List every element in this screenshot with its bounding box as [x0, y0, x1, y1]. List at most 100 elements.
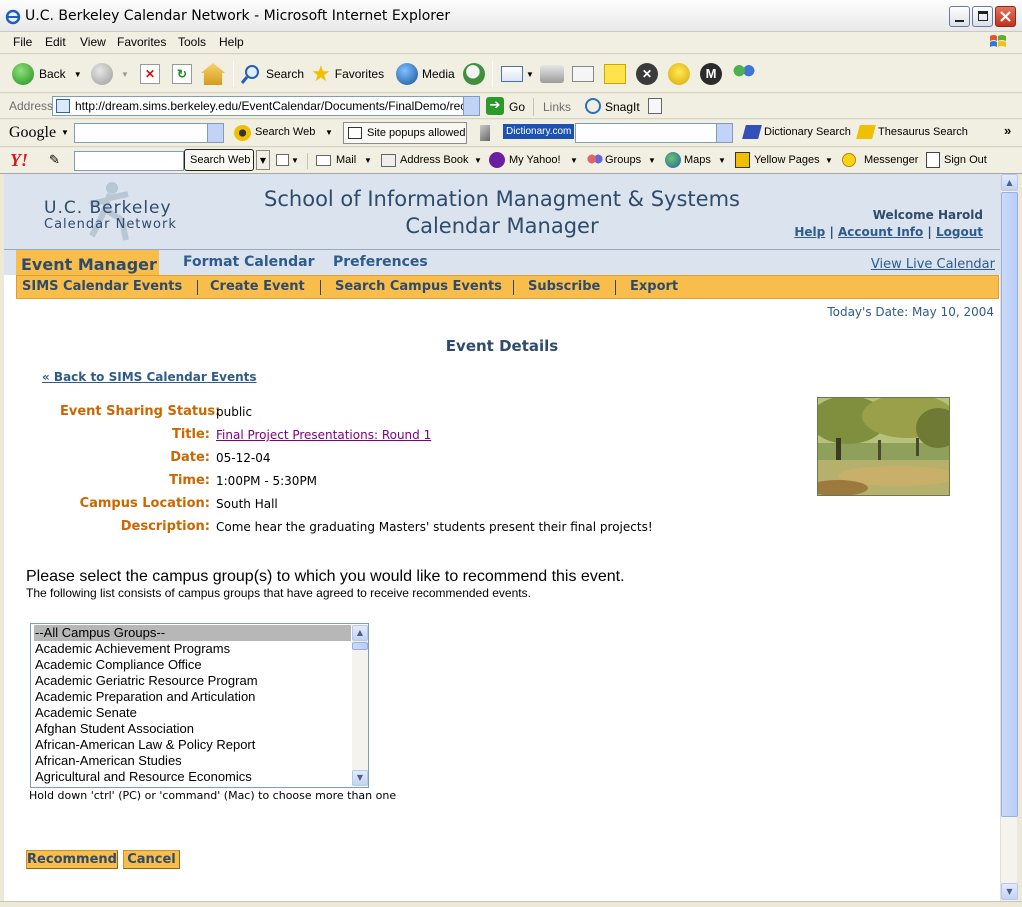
page-scrollbar[interactable]: ▲ ▼ [1000, 174, 1018, 901]
campus-group-option[interactable]: --All Campus Groups-- [34, 625, 351, 641]
menu-view[interactable]: View [80, 35, 106, 49]
home-button[interactable] [201, 62, 225, 86]
yahoo-search-web-button[interactable]: Search Web [184, 149, 254, 171]
maximize-button[interactable] [972, 6, 993, 27]
logo-line2[interactable]: Calendar Network [44, 217, 177, 232]
account-info-link[interactable]: Account Info [838, 225, 923, 239]
google-search-dropdown-icon[interactable] [207, 124, 223, 142]
minimize-button[interactable] [949, 6, 970, 27]
menu-file[interactable]: File [13, 35, 32, 49]
event-title-link[interactable]: Final Project Presentations: Round 1 [216, 428, 431, 442]
subnav-sims-calendar-events[interactable]: SIMS Calendar Events [22, 279, 182, 294]
search-button[interactable]: Search [240, 62, 304, 86]
subnav-create-event[interactable]: Create Event [210, 279, 305, 294]
yahoo-page-dropdown-icon[interactable]: ▼ [291, 156, 299, 165]
page-scroll-down-icon[interactable]: ▼ [1001, 883, 1018, 900]
subnav-export[interactable]: Export [630, 279, 678, 294]
groups-button[interactable]: Groups [605, 154, 641, 166]
tab-event-manager[interactable]: Event Manager [16, 250, 159, 277]
mail-dropdown-icon[interactable]: ▼ [526, 70, 534, 79]
campus-group-option[interactable]: African-American Law & Policy Report [34, 737, 351, 753]
address-input[interactable]: http://dream.sims.berkeley.edu/EventCale… [52, 96, 480, 116]
logo-line1[interactable]: U.C. Berkeley [44, 198, 172, 218]
campus-group-option[interactable]: African-American Studies [34, 753, 351, 769]
menu-help[interactable]: Help [219, 35, 244, 49]
m-button[interactable]: M [700, 62, 722, 86]
messenger-link[interactable]: Messenger [864, 154, 918, 166]
dictionary-search-button[interactable]: Dictionary Search [764, 126, 851, 138]
media-button[interactable]: Media [396, 62, 455, 86]
sign-out-link[interactable]: Sign Out [944, 154, 987, 166]
dictionary-dropdown-icon[interactable] [716, 124, 732, 142]
page-scroll-up-icon[interactable]: ▲ [1001, 174, 1018, 191]
menu-edit[interactable]: Edit [45, 35, 66, 49]
back-to-events-link[interactable]: « Back to SIMS Calendar Events [42, 370, 257, 384]
yellow-pages-button[interactable]: Yellow Pages [754, 154, 820, 166]
page-scroll-thumb[interactable] [1001, 192, 1018, 817]
listbox-scroll-down-icon[interactable]: ▼ [352, 770, 368, 786]
history-button[interactable] [463, 62, 485, 86]
print-button[interactable] [540, 62, 564, 86]
yahoo-search-input[interactable] [74, 151, 184, 171]
back-button[interactable]: Back ▼ [12, 62, 82, 86]
campus-group-option[interactable]: Academic Compliance Office [34, 657, 351, 673]
stop-button[interactable]: ✕ [140, 62, 160, 86]
campus-group-option[interactable]: Academic Senate [34, 705, 351, 721]
tab-preferences[interactable]: Preferences [333, 254, 428, 270]
address-dropdown-icon[interactable] [463, 97, 479, 115]
messenger-button[interactable] [732, 62, 756, 86]
links-label[interactable]: Links [543, 100, 571, 114]
campus-group-option[interactable]: Academic Preparation and Articulation [34, 689, 351, 705]
toolbar-overflow-chevron-icon[interactable]: » [1004, 123, 1011, 138]
popups-allowed-button[interactable]: Site popups allowed [343, 122, 467, 144]
forward-dropdown-icon[interactable]: ▼ [121, 70, 129, 79]
logout-link[interactable]: Logout [936, 225, 983, 239]
campus-group-option[interactable]: Academic Achievement Programs [34, 641, 351, 657]
maps-button[interactable]: Maps [684, 154, 711, 166]
address-book-button[interactable]: Address Book [400, 154, 468, 166]
thesaurus-search-button[interactable]: Thesaurus Search [878, 126, 968, 138]
forward-button[interactable]: ▼ [91, 62, 129, 86]
yahoo-mail-button[interactable]: Mail [336, 154, 356, 166]
view-live-calendar-link[interactable]: View Live Calendar [871, 257, 995, 272]
menu-tools[interactable]: Tools [178, 35, 206, 49]
snagit-button[interactable]: SnagIt [605, 100, 640, 114]
yahoo-pencil-icon[interactable]: ✎ [49, 152, 60, 168]
my-yahoo-button[interactable]: My Yahoo! [509, 154, 561, 166]
cancel-button[interactable]: Cancel [123, 850, 180, 869]
menu-favorites[interactable]: Favorites [117, 35, 166, 49]
dictionary-logo[interactable]: Dictionary.com [503, 124, 575, 139]
campus-group-option[interactable]: Academic Geriatric Resource Program [34, 673, 351, 689]
close-button[interactable] [995, 6, 1016, 27]
go-button[interactable]: Go [509, 100, 525, 114]
popup-blocker-button[interactable]: ✕ [636, 62, 658, 86]
mail-button[interactable]: ▼ [501, 62, 534, 86]
google-logo[interactable]: Google [9, 124, 56, 142]
maps-dropdown-icon[interactable]: ▼ [718, 156, 726, 165]
yahoo-mail-dropdown-icon[interactable]: ▼ [364, 156, 372, 165]
yahoo-logo[interactable]: Y! [10, 150, 28, 171]
google-menu-dropdown-icon[interactable]: ▼ [61, 128, 69, 137]
groups-dropdown-icon[interactable]: ▼ [648, 156, 656, 165]
search-web-dropdown-icon[interactable]: ▼ [325, 128, 333, 137]
yahoo-search-dropdown-icon[interactable]: ▼ [256, 150, 270, 170]
listbox-scroll-up-icon[interactable]: ▲ [352, 625, 368, 641]
highlighter-icon[interactable] [480, 125, 490, 141]
google-search-input[interactable] [74, 123, 224, 143]
favorites-button[interactable]: ★ Favorites [311, 62, 384, 86]
snagit-capture-icon[interactable] [648, 98, 662, 114]
discuss-button[interactable] [604, 62, 626, 86]
back-dropdown-icon[interactable]: ▼ [74, 70, 82, 79]
tab-format-calendar[interactable]: Format Calendar [183, 254, 314, 270]
go-arrow-icon[interactable]: ➔ [486, 97, 504, 115]
yahoo-page-icon[interactable] [276, 154, 289, 166]
my-yahoo-dropdown-icon[interactable]: ▼ [570, 156, 578, 165]
messenger-smiley-button[interactable] [668, 62, 690, 86]
edit-button[interactable] [572, 62, 594, 86]
listbox-scrollbar[interactable]: ▲ ▼ [352, 625, 368, 786]
subnav-search-campus-events[interactable]: Search Campus Events [335, 279, 502, 294]
address-book-dropdown-icon[interactable]: ▼ [474, 156, 482, 165]
listbox-scroll-thumb[interactable] [352, 642, 368, 650]
yellow-pages-dropdown-icon[interactable]: ▼ [825, 156, 833, 165]
subnav-subscribe[interactable]: Subscribe [528, 279, 600, 294]
